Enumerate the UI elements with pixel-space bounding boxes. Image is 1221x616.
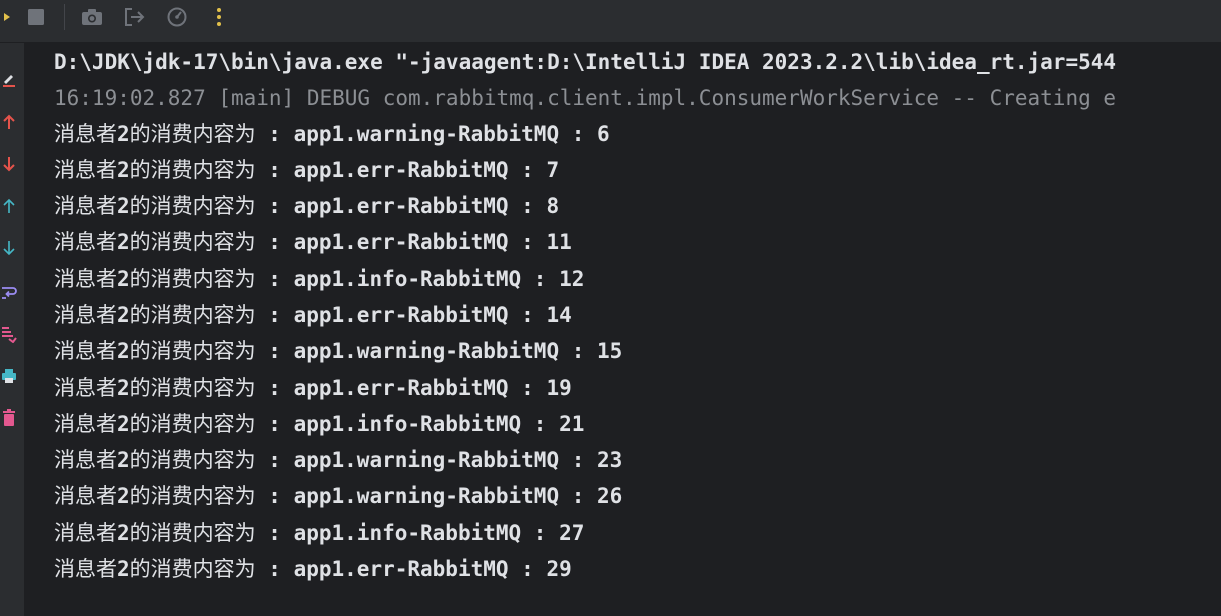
output-consumer-number: 2	[117, 521, 130, 545]
output-consumer-number: 2	[117, 412, 130, 436]
output-line: 消息者2的消费内容为 : app1.err-RabbitMQ : 19	[54, 370, 572, 406]
output-message: : app1.warning-RabbitMQ : 23	[255, 448, 623, 472]
output-suffix: 的消费内容为	[129, 230, 256, 254]
output-prefix: 消息者	[54, 339, 117, 363]
output-line: 消息者2的消费内容为 : app1.err-RabbitMQ : 8	[54, 188, 559, 224]
output-line: 消息者2的消费内容为 : app1.warning-RabbitMQ : 15	[54, 333, 622, 369]
output-line: 消息者2的消费内容为 : app1.err-RabbitMQ : 7	[54, 152, 559, 188]
output-line: 消息者2的消费内容为 : app1.info-RabbitMQ : 12	[54, 261, 584, 297]
output-line: 消息者2的消费内容为 : app1.err-RabbitMQ : 29	[54, 551, 572, 587]
output-prefix: 消息者	[54, 448, 117, 472]
up-arrow-icon[interactable]	[0, 111, 18, 133]
output-line: 消息者2的消费内容为 : app1.warning-RabbitMQ : 26	[54, 478, 622, 514]
output-consumer-number: 2	[117, 484, 130, 508]
output-message: : app1.err-RabbitMQ : 8	[255, 194, 560, 218]
trash-icon[interactable]	[0, 407, 18, 429]
output-prefix: 消息者	[54, 376, 117, 400]
output-prefix: 消息者	[54, 557, 117, 581]
output-prefix: 消息者	[54, 303, 117, 327]
output-suffix: 的消费内容为	[129, 122, 256, 146]
output-line: 消息者2的消费内容为 : app1.info-RabbitMQ : 27	[54, 515, 584, 551]
down-arrow-light-icon[interactable]	[0, 237, 18, 259]
down-arrow-icon[interactable]	[0, 153, 18, 175]
output-consumer-number: 2	[117, 122, 130, 146]
exit-icon[interactable]	[120, 3, 148, 31]
output-message: : app1.info-RabbitMQ : 12	[255, 267, 585, 291]
output-message: : app1.err-RabbitMQ : 14	[255, 303, 572, 327]
output-message: : app1.info-RabbitMQ : 21	[255, 412, 585, 436]
soft-wrap-icon[interactable]	[0, 281, 18, 303]
scroll-to-end-icon[interactable]	[0, 323, 18, 345]
output-consumer-number: 2	[117, 303, 130, 327]
output-suffix: 的消费内容为	[129, 376, 256, 400]
stop-icon[interactable]	[22, 3, 50, 31]
run-toolbar	[0, 0, 1221, 43]
output-line: 消息者2的消费内容为 : app1.warning-RabbitMQ : 6	[54, 116, 610, 152]
toolbar-separator	[64, 4, 65, 30]
output-prefix: 消息者	[54, 484, 117, 508]
console-gutter	[0, 43, 24, 616]
output-consumer-number: 2	[117, 448, 130, 472]
output-message: : app1.warning-RabbitMQ : 15	[255, 339, 623, 363]
run-icon[interactable]	[0, 3, 18, 31]
output-message: : app1.warning-RabbitMQ : 26	[255, 484, 623, 508]
output-suffix: 的消费内容为	[129, 194, 256, 218]
output-prefix: 消息者	[54, 158, 117, 182]
output-suffix: 的消费内容为	[129, 557, 256, 581]
output-prefix: 消息者	[54, 122, 117, 146]
up-arrow-light-icon[interactable]	[0, 195, 18, 217]
output-message: : app1.err-RabbitMQ : 11	[255, 230, 572, 254]
output-consumer-number: 2	[117, 557, 130, 581]
run-console-window: D:\JDK\jdk-17\bin\java.exe "-javaagent:D…	[0, 0, 1221, 616]
output-consumer-number: 2	[117, 158, 130, 182]
output-message: : app1.err-RabbitMQ : 19	[255, 376, 572, 400]
output-prefix: 消息者	[54, 194, 117, 218]
output-suffix: 的消费内容为	[129, 521, 256, 545]
output-message: : app1.warning-RabbitMQ : 6	[255, 122, 610, 146]
debug-log-line: 16:19:02.827 [main] DEBUG com.rabbitmq.c…	[54, 86, 1117, 110]
output-message: : app1.err-RabbitMQ : 7	[255, 158, 560, 182]
output-suffix: 的消费内容为	[129, 267, 256, 291]
output-suffix: 的消费内容为	[129, 484, 256, 508]
output-consumer-number: 2	[117, 230, 130, 254]
output-consumer-number: 2	[117, 376, 130, 400]
output-suffix: 的消费内容为	[129, 303, 256, 327]
output-consumer-number: 2	[117, 339, 130, 363]
edit-icon[interactable]	[0, 69, 18, 91]
output-suffix: 的消费内容为	[129, 339, 256, 363]
output-message: : app1.info-RabbitMQ : 27	[255, 521, 585, 545]
output-suffix: 的消费内容为	[129, 158, 256, 182]
output-consumer-number: 2	[117, 194, 130, 218]
print-icon[interactable]	[0, 365, 18, 387]
output-suffix: 的消费内容为	[129, 412, 256, 436]
output-line: 消息者2的消费内容为 : app1.err-RabbitMQ : 14	[54, 297, 572, 333]
output-consumer-number: 2	[117, 267, 130, 291]
output-line: 消息者2的消费内容为 : app1.info-RabbitMQ : 21	[54, 406, 584, 442]
output-line: 消息者2的消费内容为 : app1.err-RabbitMQ : 11	[54, 224, 572, 260]
output-prefix: 消息者	[54, 230, 117, 254]
dashboard-icon[interactable]	[163, 3, 191, 31]
output-message: : app1.err-RabbitMQ : 29	[255, 557, 572, 581]
command-line: D:\JDK\jdk-17\bin\java.exe "-javaagent:D…	[54, 50, 1117, 74]
output-line: 消息者2的消费内容为 : app1.warning-RabbitMQ : 23	[54, 442, 622, 478]
camera-icon[interactable]	[78, 3, 106, 31]
more-icon[interactable]	[205, 3, 233, 31]
output-prefix: 消息者	[54, 412, 117, 436]
output-prefix: 消息者	[54, 267, 117, 291]
console-output[interactable]: D:\JDK\jdk-17\bin\java.exe "-javaagent:D…	[24, 43, 1221, 616]
output-suffix: 的消费内容为	[129, 448, 256, 472]
output-prefix: 消息者	[54, 521, 117, 545]
